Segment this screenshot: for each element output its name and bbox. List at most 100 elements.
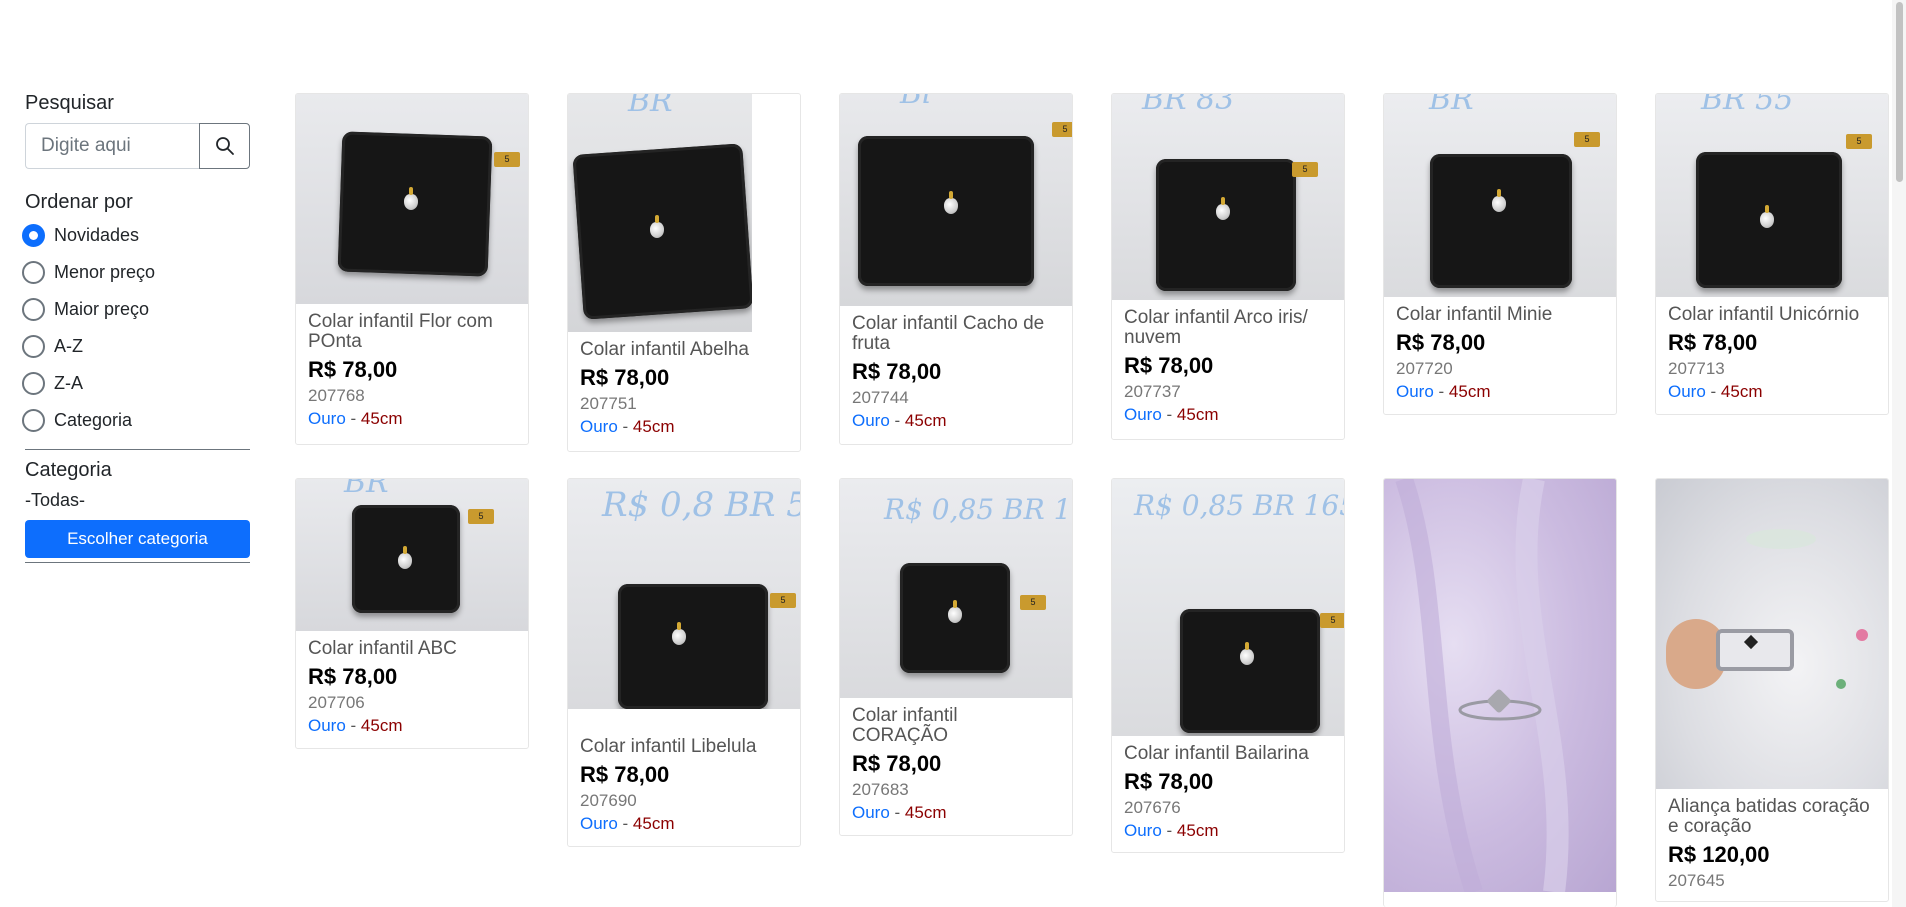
choose-category-button[interactable]: Escolher categoria xyxy=(25,520,250,558)
product-photo[interactable]: BR xyxy=(568,94,752,332)
product-length: 45cm xyxy=(1448,382,1491,401)
product-photo[interactable]: BR 55 5 xyxy=(1656,94,1888,297)
product-price: R$ 78,00 xyxy=(580,762,670,787)
product-card[interactable]: 5 Colar infantil Flor com POnta R$ 78,00… xyxy=(295,93,529,445)
product-name: Colar infantil Minie xyxy=(1396,304,1553,325)
product-name: Colar infantil CORAÇÃO xyxy=(852,705,958,746)
product-length: 45cm xyxy=(1176,405,1219,424)
sort-option-a-z[interactable]: A-Z xyxy=(22,328,250,365)
product-material: Ouro xyxy=(852,411,890,430)
product-code: 207706 xyxy=(308,693,365,712)
product-code: 207676 xyxy=(1124,798,1181,817)
product-name: Colar infantil Unicórnio xyxy=(1668,304,1860,325)
product-specs: Ouro - 45cm xyxy=(580,417,675,436)
product-code: 207690 xyxy=(580,791,637,810)
product-material: Ouro xyxy=(1124,821,1162,840)
product-length: 45cm xyxy=(632,417,675,436)
product-code: 207737 xyxy=(1124,382,1181,401)
product-name: Aliança batidas coração e coração xyxy=(1668,796,1870,837)
product-card[interactable]: Aliança batidas coração e coração R$ 120… xyxy=(1655,478,1889,902)
product-name: Colar infantil Arco iris/ nuvem xyxy=(1124,307,1308,348)
sort-option-menor-preco[interactable]: Menor preço xyxy=(22,254,250,291)
product-length: 45cm xyxy=(1720,382,1763,401)
product-name: Colar infantil Cacho de fruta xyxy=(852,313,1045,354)
product-photo[interactable]: BR 83 5 xyxy=(1112,94,1344,300)
product-length: 45cm xyxy=(360,716,403,735)
product-material: Ouro xyxy=(308,716,346,735)
product-code: 207751 xyxy=(580,394,637,413)
search-input[interactable] xyxy=(25,123,199,169)
search-label: Pesquisar xyxy=(25,92,114,114)
sort-option-label: Z-A xyxy=(54,373,83,393)
radio-button[interactable] xyxy=(22,409,45,432)
product-price: R$ 78,00 xyxy=(308,357,398,382)
product-photo[interactable]: BR 5 xyxy=(296,479,528,631)
product-length: 45cm xyxy=(632,814,675,833)
scrollbar-thumb[interactable] xyxy=(1896,2,1903,182)
product-card[interactable]: R$ 0,85 BR 104 5 Colar infantil CORAÇÃO … xyxy=(839,478,1073,836)
product-photo[interactable] xyxy=(1384,479,1616,892)
product-length: 45cm xyxy=(360,409,403,428)
product-material: Ouro xyxy=(1668,382,1706,401)
category-current-value: -Todas- xyxy=(25,490,86,510)
product-price: R$ 78,00 xyxy=(1396,330,1486,355)
radio-button[interactable] xyxy=(22,224,45,247)
radio-button[interactable] xyxy=(22,298,45,321)
sort-option-maior-preco[interactable]: Maior preço xyxy=(22,291,250,328)
product-photo[interactable] xyxy=(1656,479,1888,789)
page-scrollbar[interactable] xyxy=(1892,0,1906,907)
product-code: 207713 xyxy=(1668,359,1725,378)
product-length: 45cm xyxy=(904,803,947,822)
product-price: R$ 120,00 xyxy=(1668,842,1770,867)
product-price: R$ 78,00 xyxy=(852,359,942,384)
search-icon xyxy=(215,137,234,155)
radio-button[interactable] xyxy=(22,335,45,358)
filter-sidebar: Pesquisar Ordenar por Novidades Menor pr… xyxy=(22,92,250,563)
product-code: 207645 xyxy=(1668,871,1725,890)
sort-option-label: Novidades xyxy=(54,225,140,245)
category-title: Categoria xyxy=(25,459,112,481)
radio-button[interactable] xyxy=(22,372,45,395)
product-name: Colar infantil Libelula xyxy=(580,736,757,757)
product-code: 207744 xyxy=(852,388,909,407)
product-specs: Ouro - 45cm xyxy=(1396,382,1491,401)
sort-title: Ordenar por xyxy=(25,191,133,213)
product-card[interactable]: R$ 0,8 BR 59 5 Colar infantil Libelula R… xyxy=(567,478,801,847)
product-material: Ouro xyxy=(852,803,890,822)
product-length: 45cm xyxy=(1176,821,1219,840)
product-specs: Ouro - 45cm xyxy=(852,803,947,822)
product-name: Colar infantil ABC xyxy=(308,638,457,659)
search-group xyxy=(25,123,250,169)
product-card[interactable]: BR 5 Colar infantil ABC R$ 78,00 207706 … xyxy=(295,478,529,749)
product-material: Ouro xyxy=(580,417,618,436)
product-card[interactable]: BR 5 Colar infantil Minie R$ 78,00 20772… xyxy=(1383,93,1617,415)
product-photo[interactable]: R$ 0,85 BR 104 5 xyxy=(840,479,1072,698)
product-photo[interactable]: 5 xyxy=(296,94,528,304)
product-card[interactable]: BR Colar infantil Abelha R$ 78,00 207751… xyxy=(567,93,801,452)
product-price: R$ 78,00 xyxy=(1124,769,1214,794)
product-photo[interactable]: Bl 5 xyxy=(840,94,1072,306)
sort-option-label: A-Z xyxy=(54,336,83,356)
sort-option-novidades[interactable]: Novidades xyxy=(22,217,250,254)
product-specs: Ouro - 45cm xyxy=(852,411,947,430)
radio-button[interactable] xyxy=(22,261,45,284)
product-card[interactable]: Bl 5 Colar infantil Cacho de fruta R$ 78… xyxy=(839,93,1073,445)
product-name: Colar infantil Flor com POnta xyxy=(308,311,493,352)
product-photo[interactable]: BR 5 xyxy=(1384,94,1616,297)
sort-option-categoria[interactable]: Categoria xyxy=(22,402,250,439)
sort-option-label: Categoria xyxy=(54,410,133,430)
product-photo[interactable]: R$ 0,85 BR 165 5 xyxy=(1112,479,1344,736)
sort-option-label: Maior preço xyxy=(54,299,150,319)
product-card[interactable]: R$ 0,85 BR 165 5 Colar infantil Bailarin… xyxy=(1111,478,1345,853)
sort-option-z-a[interactable]: Z-A xyxy=(22,365,250,402)
product-card[interactable]: BR 83 5 Colar infantil Arco iris/ nuvem … xyxy=(1111,93,1345,440)
search-button[interactable] xyxy=(199,123,250,169)
product-code: 207768 xyxy=(308,386,365,405)
product-price: R$ 78,00 xyxy=(1124,353,1214,378)
product-photo[interactable]: R$ 0,8 BR 59 5 xyxy=(568,479,800,709)
product-name: Colar infantil Bailarina xyxy=(1124,743,1309,764)
product-card[interactable] xyxy=(1383,478,1617,907)
product-card[interactable]: BR 55 5 Colar infantil Unicórnio R$ 78,0… xyxy=(1655,93,1889,415)
product-specs: Ouro - 45cm xyxy=(308,409,403,428)
product-specs: Ouro - 45cm xyxy=(580,814,675,833)
